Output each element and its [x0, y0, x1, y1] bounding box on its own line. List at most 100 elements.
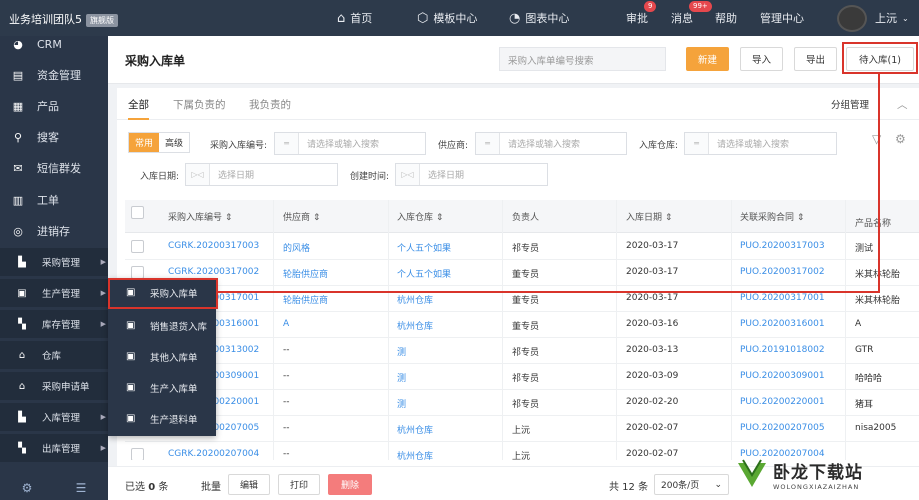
created-filter[interactable]: ▷◁ 选择日期: [395, 163, 548, 186]
sidebar-item-products[interactable]: ▦ 产品: [0, 92, 108, 120]
team-switcher[interactable]: 业务培训团队5 旗舰版: [9, 11, 118, 27]
sidebar-sub-purchase-request[interactable]: ⌂ 采购申请单: [0, 372, 108, 400]
menu-item-production-return[interactable]: ▣ 生产退料单: [108, 405, 216, 432]
cell-supplier[interactable]: 轮胎供应商: [283, 293, 328, 306]
column-divider: [273, 200, 274, 460]
pending-inbound-button[interactable]: 待入库(1): [846, 47, 914, 71]
nav-help[interactable]: 帮助: [715, 0, 737, 36]
supplier-filter[interactable]: ═ 请选择或输入搜索: [475, 132, 627, 155]
cell-contract[interactable]: PUO.20200207005: [740, 423, 825, 433]
sidebar-item-sms[interactable]: ✉ 短信群发: [0, 154, 108, 182]
col-order-no[interactable]: 采购入库编号 ⇕: [168, 210, 232, 223]
cell-warehouse[interactable]: 个人五个如果: [397, 241, 451, 254]
cell-warehouse[interactable]: 杭州仓库: [397, 319, 433, 332]
sidebar-item-tickets[interactable]: ▥ 工单: [0, 186, 108, 214]
select-all-checkbox[interactable]: [131, 206, 144, 219]
warehouse-filter[interactable]: ═ 请选择或输入搜索: [684, 132, 837, 155]
sidebar-sub-outbound[interactable]: ▚ 出库管理 ▶: [0, 434, 108, 462]
export-button[interactable]: 导出: [794, 47, 837, 71]
document-icon: ▣: [126, 287, 136, 298]
nav-home[interactable]: ⌂ 首页: [337, 0, 372, 36]
table-row[interactable]: CGRK.20200317001轮胎供应商杭州仓库董专员2020-03-17PU…: [125, 286, 919, 312]
user-menu[interactable]: 上沅 ⌄: [875, 0, 909, 36]
menu-item-sales-return[interactable]: ▣ 销售退货入库: [108, 312, 216, 339]
group-manage-link[interactable]: 分组管理: [831, 97, 869, 111]
cell-supplier[interactable]: 的风格: [283, 241, 310, 254]
cell-warehouse[interactable]: 测: [397, 397, 406, 410]
cell-contract[interactable]: PUO.20200317003: [740, 241, 825, 251]
tab-mine[interactable]: 我负责的: [249, 97, 291, 112]
table-row[interactable]: CGRK.20200207005--杭州仓库上沅2020-02-07PUO.20…: [125, 416, 919, 442]
sidebar-item-funds[interactable]: ▤ 资金管理: [0, 61, 108, 89]
watermark-subtitle: WOLONGXIAZAIZHAN: [773, 482, 860, 491]
filter-mode-advanced[interactable]: 高级: [159, 133, 189, 152]
cell-supplier[interactable]: 轮胎供应商: [283, 267, 328, 280]
tab-all[interactable]: 全部: [128, 97, 149, 120]
cell-supplier[interactable]: A: [283, 319, 289, 329]
col-in-date[interactable]: 入库日期 ⇕: [626, 210, 672, 223]
chevron-up-icon[interactable]: ︿: [897, 97, 908, 112]
sidebar-item-crm[interactable]: ◕ CRM: [0, 30, 108, 58]
order-no-filter[interactable]: ═ 请选择或输入搜索: [274, 132, 426, 155]
cell-contract[interactable]: PUO.20200317002: [740, 267, 825, 277]
settings-icon[interactable]: ⚙: [22, 481, 33, 495]
in-date-filter[interactable]: ▷◁ 选择日期: [185, 163, 338, 186]
nav-template-center[interactable]: ⬡ 模板中心: [417, 0, 477, 36]
sidebar-sub-purchase[interactable]: ▙ 采购管理 ▶: [0, 248, 108, 276]
request-icon: ⌂: [18, 380, 26, 392]
cell-warehouse[interactable]: 个人五个如果: [397, 267, 451, 280]
col-warehouse[interactable]: 入库仓库 ⇕: [397, 210, 443, 223]
cell-warehouse[interactable]: 杭州仓库: [397, 293, 433, 306]
menu-item-other-inbound[interactable]: ▣ 其他入库单: [108, 343, 216, 370]
cell-warehouse[interactable]: 杭州仓库: [397, 423, 433, 436]
menu-item-purchase-inbound[interactable]: ▣ 采购入库单: [108, 279, 216, 306]
new-button[interactable]: 新建: [686, 47, 729, 71]
col-contract[interactable]: 关联采购合同 ⇕: [740, 210, 804, 223]
menu-item-production-inbound[interactable]: ▣ 生产入库单: [108, 374, 216, 401]
gear-icon[interactable]: ⚙: [895, 132, 906, 146]
bulk-edit-button[interactable]: 编辑: [228, 474, 270, 495]
nav-help-label: 帮助: [715, 12, 737, 25]
table-row[interactable]: CGRK.20200317002 轮胎供应商 个人五个如果 董专员 2020-03-17…: [125, 260, 919, 286]
sidebar-item-inventory[interactable]: ◎ 进销存: [0, 217, 108, 245]
nav-admin-center[interactable]: 管理中心: [760, 0, 804, 36]
table-row[interactable]: CGRK.20200316001A杭州仓库董专员2020-03-16PUO.20…: [125, 312, 919, 338]
cell-code[interactable]: CGRK.20200207004: [168, 449, 259, 459]
order-search-input[interactable]: 采购入库单编号搜索: [499, 47, 666, 71]
col-owner[interactable]: 负责人: [512, 210, 539, 223]
cell-contract[interactable]: PUO.20200220001: [740, 397, 825, 407]
cell-warehouse[interactable]: 测: [397, 345, 406, 358]
cell-warehouse[interactable]: 杭州仓库: [397, 449, 433, 460]
cell-code[interactable]: CGRK.20200317003: [168, 241, 259, 251]
filter-mode-common[interactable]: 常用: [129, 133, 160, 152]
col-product[interactable]: 产品名称: [855, 216, 891, 229]
range-icon: ▷◁: [186, 164, 210, 185]
sidebar-sub-stock[interactable]: ▚ 库存管理 ▶: [0, 310, 108, 338]
sidebar-item-search[interactable]: ⚲ 搜客: [0, 123, 108, 151]
collapse-menu-icon[interactable]: ☰: [76, 481, 87, 495]
cell-contract[interactable]: PUO.20200316001: [740, 319, 825, 329]
page-size-select[interactable]: 200条/页 ⌄: [654, 474, 729, 495]
nav-chart-center[interactable]: ◔ 图表中心: [509, 0, 569, 36]
sidebar-sub-production[interactable]: ▣ 生产管理 ▶: [0, 279, 108, 307]
sidebar-sub-inbound[interactable]: ▙ 入库管理 ▶: [0, 403, 108, 431]
tab-subordinates[interactable]: 下属负责的: [173, 97, 226, 112]
table-row[interactable]: CGRK.20200317003 的风格 个人五个如果 祁专员 2020-03-17 PU…: [125, 234, 919, 260]
table-row[interactable]: CGRK.20200220001--测祁专员2020-02-20PUO.2020…: [125, 390, 919, 416]
row-checkbox[interactable]: [131, 448, 144, 460]
bulk-delete-button[interactable]: 删除: [328, 474, 372, 495]
cell-warehouse[interactable]: 测: [397, 371, 406, 384]
avatar[interactable]: [837, 5, 867, 32]
sidebar-sub-warehouse[interactable]: ⌂ 仓库: [0, 341, 108, 369]
import-button[interactable]: 导入: [740, 47, 783, 71]
row-checkbox[interactable]: [131, 240, 144, 253]
bulk-print-button[interactable]: 打印: [278, 474, 320, 495]
table-row[interactable]: CGRK.20200313002--测祁专员2020-03-13PUO.2019…: [125, 338, 919, 364]
cell-contract[interactable]: PUO.20200317001: [740, 293, 825, 303]
cell-code[interactable]: CGRK.20200317002: [168, 267, 259, 277]
bulk-label: 批量: [201, 482, 221, 493]
col-supplier[interactable]: 供应商 ⇕: [283, 210, 320, 223]
cell-contract[interactable]: PUO.20191018002: [740, 345, 825, 355]
table-row[interactable]: CGRK.20200309001--测祁专员2020-03-09PUO.2020…: [125, 364, 919, 390]
cell-contract[interactable]: PUO.20200309001: [740, 371, 825, 381]
